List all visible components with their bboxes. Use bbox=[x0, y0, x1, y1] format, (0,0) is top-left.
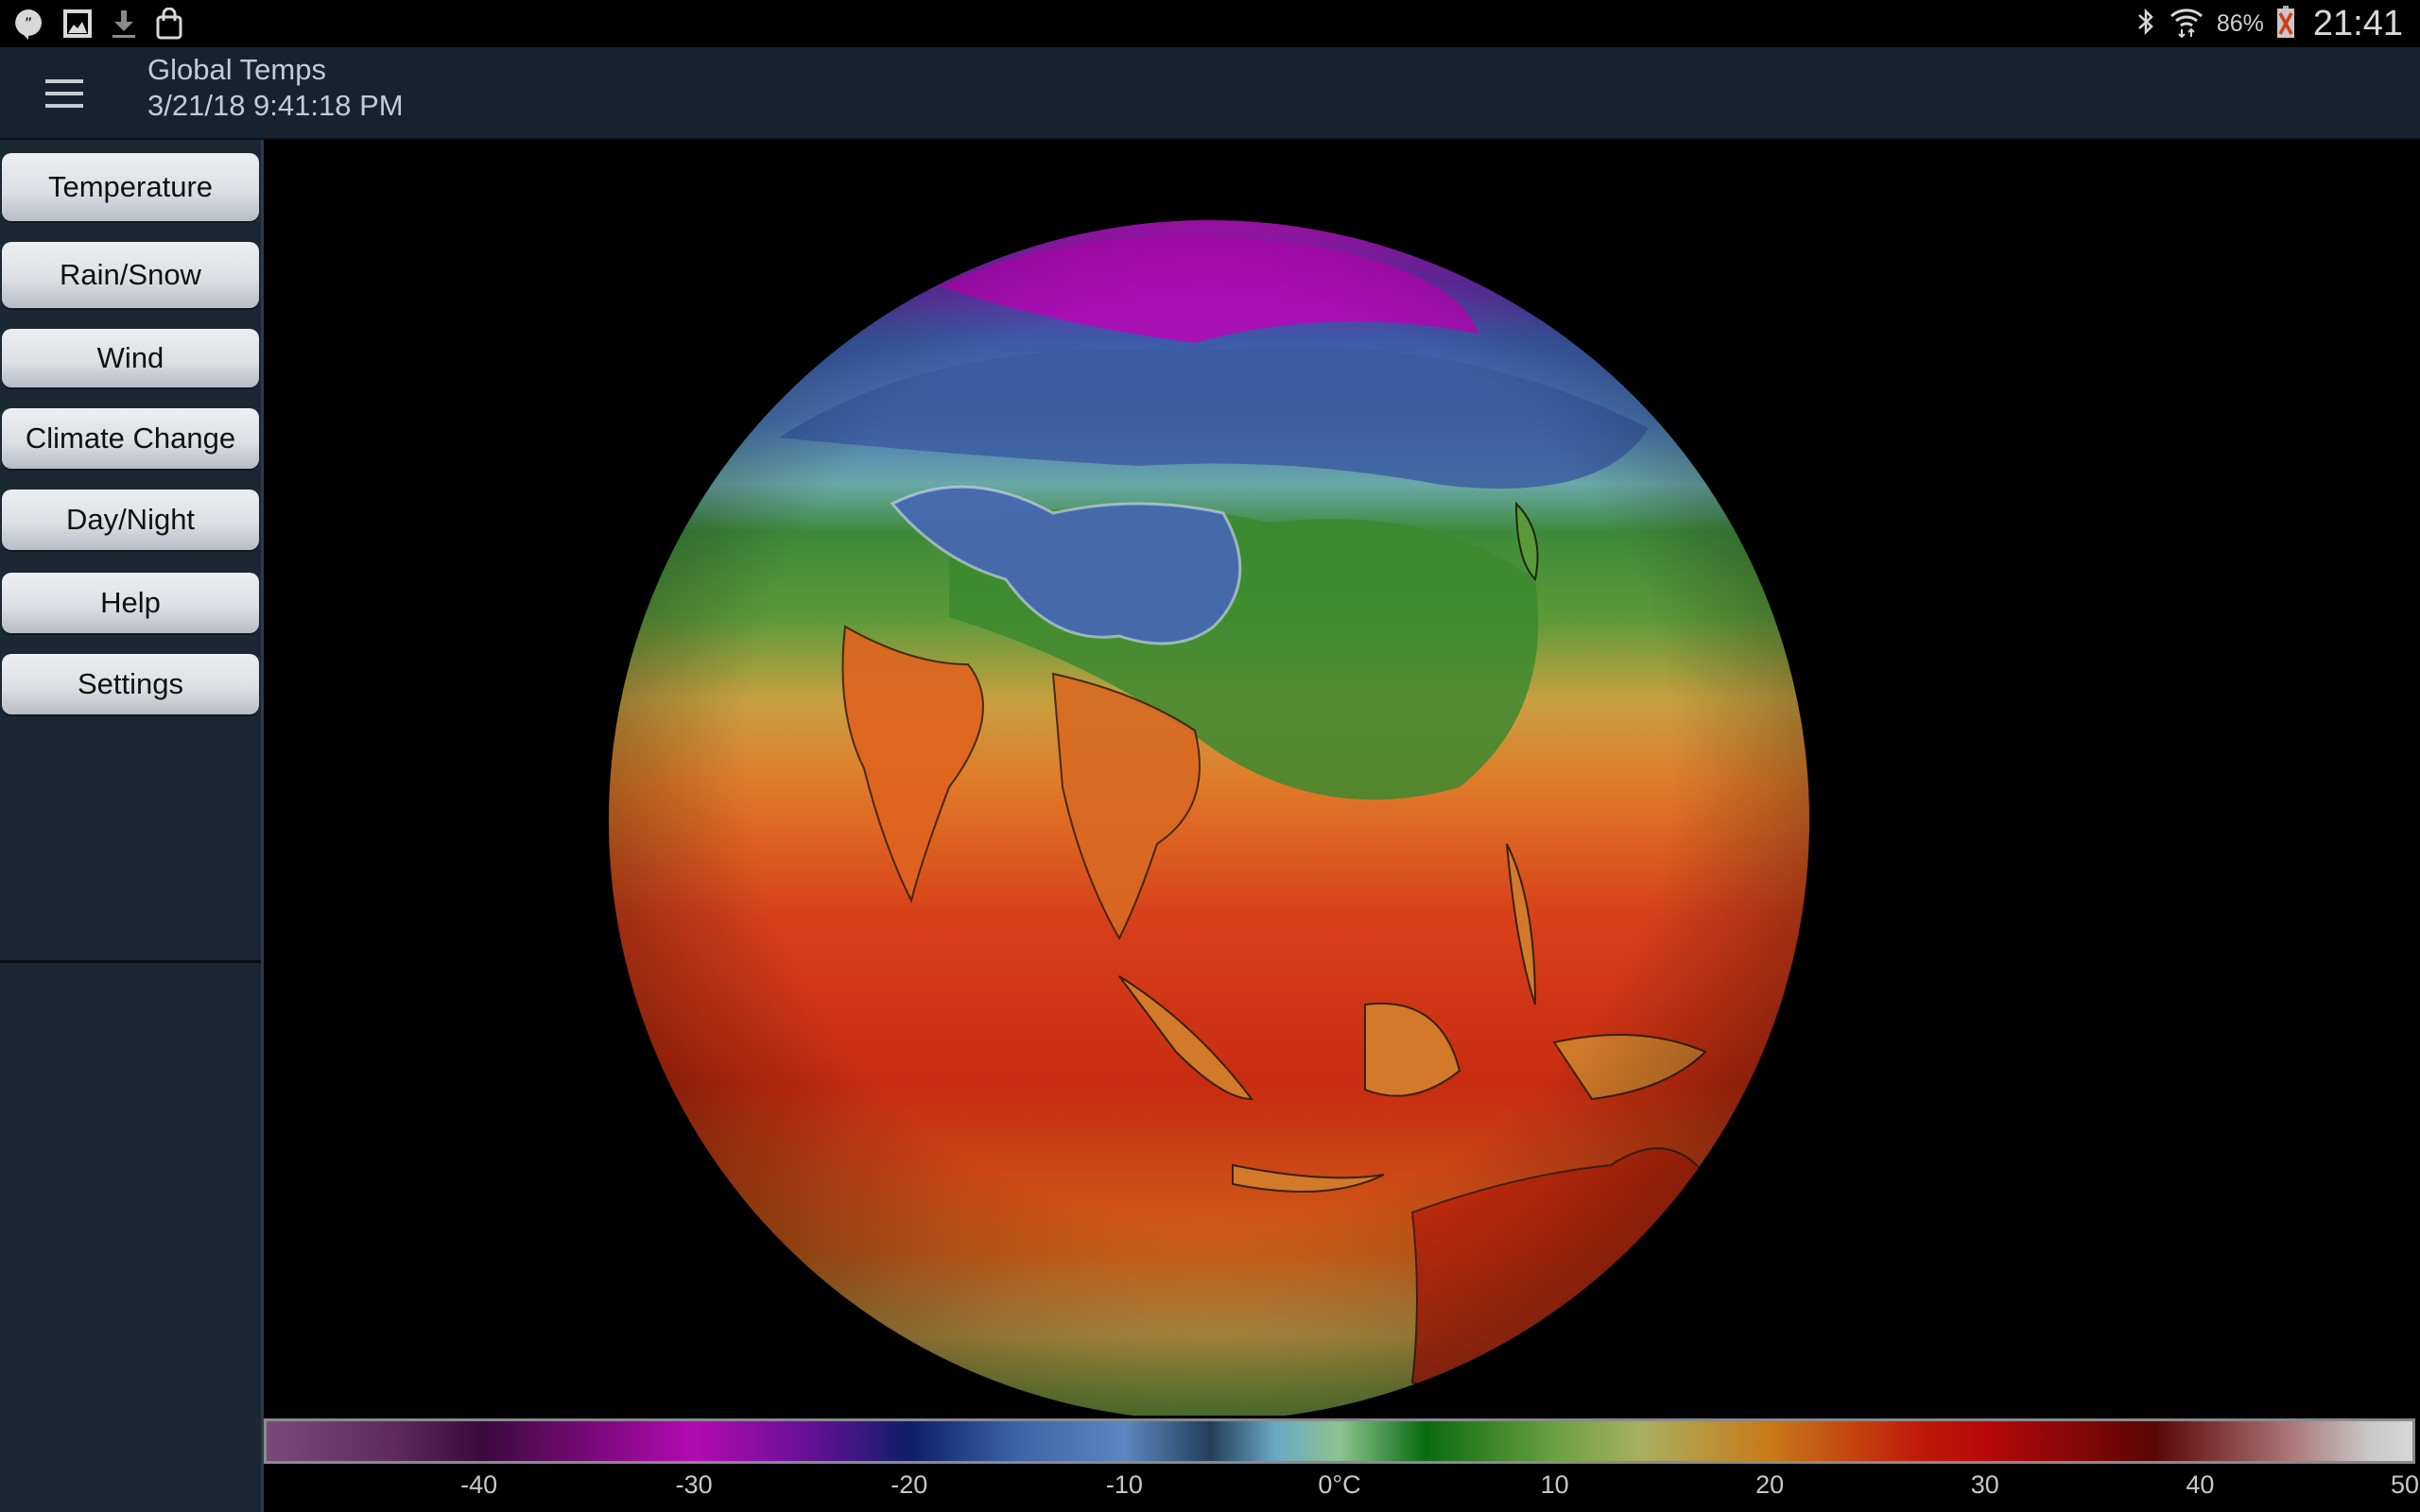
legend-tick-label: 40 bbox=[2186, 1470, 2215, 1499]
rain-snow-button[interactable]: Rain/Snow bbox=[2, 242, 259, 308]
temperature-button[interactable]: Temperature bbox=[2, 153, 259, 221]
legend-tick-label: 10 bbox=[1540, 1470, 1569, 1499]
data-timestamp: 3/21/18 9:41:18 PM bbox=[147, 89, 404, 122]
temperature-globe[interactable] bbox=[609, 220, 1809, 1416]
legend-tick-label: -30 bbox=[675, 1470, 713, 1499]
download-icon bbox=[112, 9, 136, 39]
wifi-icon bbox=[2169, 5, 2204, 43]
status-bar: ” 86% 21:41 bbox=[0, 0, 2420, 47]
climate-change-button[interactable]: Climate Change bbox=[2, 408, 259, 469]
hangouts-icon: ” bbox=[13, 8, 43, 40]
globe-viewport[interactable] bbox=[264, 140, 2420, 1416]
color-scale-bar bbox=[264, 1418, 2415, 1464]
battery-icon bbox=[2276, 5, 2294, 43]
legend-tick-label: -20 bbox=[890, 1470, 928, 1499]
app-header: Global Temps 3/21/18 9:41:18 PM bbox=[0, 47, 2420, 140]
legend-tick-label: 30 bbox=[1970, 1470, 1999, 1499]
shopping-bag-icon bbox=[155, 8, 183, 40]
day-night-button[interactable]: Day/Night bbox=[2, 490, 259, 550]
clock: 21:41 bbox=[2312, 3, 2403, 43]
bluetooth-icon bbox=[2135, 8, 2156, 41]
legend-tick-label: -10 bbox=[1105, 1470, 1143, 1499]
app-title: Global Temps bbox=[147, 53, 326, 86]
wind-button[interactable]: Wind bbox=[2, 329, 259, 387]
legend-tick-label: 50 bbox=[2390, 1470, 2419, 1499]
gallery-icon bbox=[62, 9, 93, 39]
temperature-legend: -40 -30 -20 -10 0°C 10 20 30 40 50 bbox=[264, 1416, 2420, 1512]
sidebar-menu-panel: Temperature Rain/Snow Wind Climate Chang… bbox=[0, 140, 261, 963]
battery-percent: 86% bbox=[2216, 9, 2264, 37]
settings-button[interactable]: Settings bbox=[2, 654, 259, 714]
hamburger-menu-icon[interactable] bbox=[45, 79, 83, 108]
legend-tick-label: 0°C bbox=[1318, 1470, 1361, 1499]
svg-text:”: ” bbox=[25, 14, 32, 32]
help-button[interactable]: Help bbox=[2, 573, 259, 633]
sidebar: Temperature Rain/Snow Wind Climate Chang… bbox=[0, 140, 264, 1512]
legend-tick-label: 20 bbox=[1755, 1470, 1785, 1499]
legend-tick-label: -40 bbox=[460, 1470, 498, 1499]
globe-render bbox=[609, 220, 1809, 1416]
